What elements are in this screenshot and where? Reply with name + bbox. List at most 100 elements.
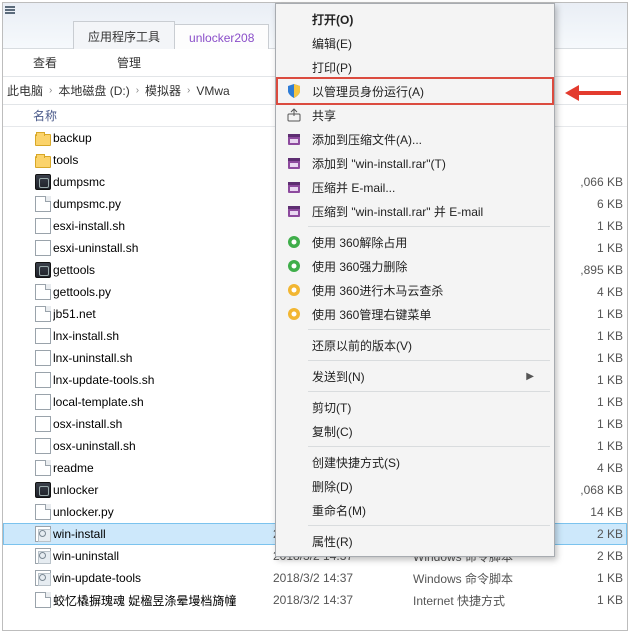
file-name: osx-uninstall.sh xyxy=(53,439,273,453)
menu-separator xyxy=(308,525,550,526)
menu-item-label: 打印(P) xyxy=(312,59,352,76)
chevron-right-icon: › xyxy=(49,85,52,96)
explorer-window: 应用程序工具 unlocker208 查看 管理 此电脑 › 本地磁盘 (D:) ›… xyxy=(2,2,628,631)
sh-icon xyxy=(33,372,53,388)
menu-item-label: 添加到 "win-install.rar"(T) xyxy=(312,155,446,172)
menu-item[interactable]: 添加到 "win-install.rar"(T) xyxy=(278,151,552,175)
context-menu: 打开(O) 编辑(E) 打印(P) 以管理员身份运行(A) 共享添加到压缩文件(A)..… xyxy=(275,3,555,557)
file-name: tools xyxy=(53,153,273,167)
col-name[interactable]: 名称 xyxy=(33,107,273,124)
menu-item-label: 使用 360进行木马云查杀 xyxy=(312,282,443,299)
bc-dir1[interactable]: 模拟器 xyxy=(145,82,181,99)
file-size: 1 KB xyxy=(553,307,623,321)
file-size: 1 KB xyxy=(553,439,623,453)
file-name: osx-install.sh xyxy=(53,417,273,431)
sh-icon xyxy=(33,240,53,256)
file-size: ,068 KB xyxy=(553,483,623,497)
sh-icon xyxy=(33,328,53,344)
file-size: 4 KB xyxy=(553,461,623,475)
menu-item-label: 属性(R) xyxy=(312,533,353,550)
menu-item-label: 添加到压缩文件(A)... xyxy=(312,131,422,148)
annotation-arrow xyxy=(565,85,621,101)
tab-app-tools[interactable]: 应用程序工具 xyxy=(73,21,175,49)
file-name: gettools xyxy=(53,263,273,277)
file-type: Internet 快捷方式 xyxy=(413,592,553,609)
menu-item-label: 使用 360解除占用 xyxy=(312,234,407,251)
menu-item[interactable]: 创建快捷方式(S) xyxy=(278,450,552,474)
menu-item[interactable]: 编辑(E) xyxy=(278,31,552,55)
menu-item[interactable]: 添加到压缩文件(A)... xyxy=(278,127,552,151)
file-row[interactable]: win-update-tools2018/3/2 14:37Windows 命令… xyxy=(3,567,627,589)
shield-icon xyxy=(284,83,304,99)
file-size: 1 KB xyxy=(553,417,623,431)
file-name: local-template.sh xyxy=(53,395,273,409)
file-size: 1 KB xyxy=(553,373,623,387)
sh-icon xyxy=(33,350,53,366)
menu-item[interactable]: 发送到(N)▶ xyxy=(278,364,552,388)
file-name: unlocker xyxy=(53,483,273,497)
menu-item[interactable]: 压缩到 "win-install.rar" 并 E-mail xyxy=(278,199,552,223)
toolbar-manage[interactable]: 管理 xyxy=(117,54,141,71)
menu-item[interactable]: 还原以前的版本(V) xyxy=(278,333,552,357)
cmd-icon xyxy=(33,548,53,564)
chevron-right-icon: › xyxy=(136,85,139,96)
folder-icon xyxy=(33,153,53,168)
menu-separator xyxy=(308,329,550,330)
file-icon xyxy=(33,592,53,608)
menu-item[interactable]: 压缩并 E-mail... xyxy=(278,175,552,199)
sh-icon xyxy=(33,416,53,432)
file-icon xyxy=(33,284,53,300)
menu-item[interactable]: 属性(R) xyxy=(278,529,552,553)
file-name: 蛟忆橇摒瑰魂 娖楹昱涤晕墁档旖幢 xyxy=(53,592,273,609)
menu-item[interactable]: 剪切(T) xyxy=(278,395,552,419)
menu-item[interactable]: 复制(C) xyxy=(278,419,552,443)
file-size: 1 KB xyxy=(553,593,623,607)
menu-item[interactable]: 使用 360强力删除 xyxy=(278,254,552,278)
menu-item[interactable]: 打印(P) xyxy=(278,55,552,79)
file-size: 1 KB xyxy=(553,241,623,255)
file-name: dumpsmc xyxy=(53,175,273,189)
menu-item[interactable]: 共享 xyxy=(278,103,552,127)
menu-item-label: 打开(O) xyxy=(312,11,353,28)
menu-item[interactable]: 重命名(M) xyxy=(278,498,552,522)
menu-item-label: 编辑(E) xyxy=(312,35,352,52)
menu-separator xyxy=(308,391,550,392)
file-name: win-install xyxy=(53,527,273,541)
sh-icon xyxy=(33,218,53,234)
menu-item-label: 发送到(N) xyxy=(312,368,365,385)
file-size: ,066 KB xyxy=(553,175,623,189)
file-name: win-update-tools xyxy=(53,571,273,585)
menu-item-label: 删除(D) xyxy=(312,478,353,495)
menu-item[interactable]: 以管理员身份运行(A) xyxy=(278,79,552,103)
tab-folder[interactable]: unlocker208 xyxy=(174,24,269,49)
file-name: readme xyxy=(53,461,273,475)
menu-item-label: 共享 xyxy=(312,107,336,124)
bc-pc[interactable]: 此电脑 xyxy=(7,82,43,99)
menu-item-label: 使用 360强力删除 xyxy=(312,258,407,275)
menu-item[interactable]: 使用 360进行木马云查杀 xyxy=(278,278,552,302)
rar-icon xyxy=(284,179,304,195)
file-row[interactable]: 蛟忆橇摒瑰魂 娖楹昱涤晕墁档旖幢2018/3/2 14:37Internet 快… xyxy=(3,589,627,611)
file-name: gettools.py xyxy=(53,285,273,299)
menu-item[interactable]: 打开(O) xyxy=(278,7,552,31)
file-name: esxi-install.sh xyxy=(53,219,273,233)
bc-drive[interactable]: 本地磁盘 (D:) xyxy=(58,82,129,99)
menu-item[interactable]: 删除(D) xyxy=(278,474,552,498)
file-type: Windows 命令脚本 xyxy=(413,570,553,587)
menu-item-label: 创建快捷方式(S) xyxy=(312,454,400,471)
file-size: 2 KB xyxy=(553,527,623,541)
360y-icon xyxy=(284,306,304,322)
cmd-icon xyxy=(33,526,53,542)
menu-item-label: 还原以前的版本(V) xyxy=(312,337,412,354)
toolbar-view[interactable]: 查看 xyxy=(33,54,57,71)
menu-item[interactable]: 使用 360管理右键菜单 xyxy=(278,302,552,326)
sh-icon xyxy=(33,438,53,454)
file-size: 6 KB xyxy=(553,197,623,211)
file-size: 1 KB xyxy=(553,395,623,409)
360g-icon xyxy=(284,258,304,274)
menu-item-label: 使用 360管理右键菜单 xyxy=(312,306,431,323)
rar-icon xyxy=(284,203,304,219)
menu-item[interactable]: 使用 360解除占用 xyxy=(278,230,552,254)
sh-icon xyxy=(33,394,53,410)
bc-dir2[interactable]: VMwa xyxy=(196,84,229,98)
